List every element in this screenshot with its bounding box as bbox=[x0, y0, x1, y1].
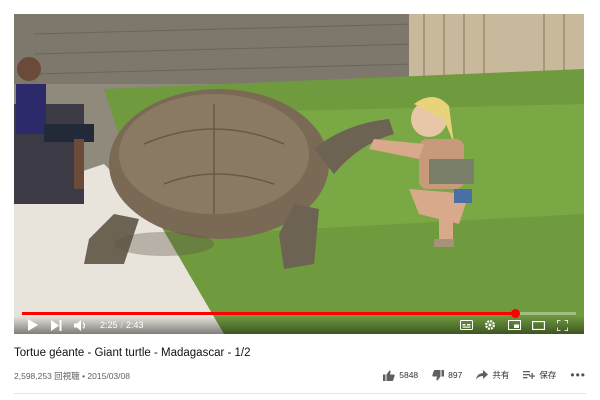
progress-fill bbox=[22, 312, 516, 315]
like-count: 5848 bbox=[399, 370, 419, 380]
dislike-button[interactable]: 897 bbox=[432, 369, 463, 381]
miniplayer-icon bbox=[507, 320, 521, 330]
miniplayer-button[interactable] bbox=[504, 317, 524, 333]
theater-button[interactable] bbox=[528, 317, 548, 333]
share-label: 共有 bbox=[492, 370, 510, 380]
theater-icon bbox=[531, 320, 545, 330]
like-button[interactable]: 5848 bbox=[383, 370, 418, 381]
thumbs-up-icon bbox=[383, 370, 395, 381]
current-time: 2:25 bbox=[100, 320, 118, 330]
next-button[interactable] bbox=[46, 317, 66, 333]
dislike-count: 897 bbox=[448, 370, 463, 380]
upload-date: 2015/03/08 bbox=[87, 371, 130, 381]
volume-button[interactable] bbox=[70, 317, 90, 333]
save-label: 保存 bbox=[539, 370, 557, 380]
fullscreen-button[interactable] bbox=[552, 317, 572, 333]
video-frame bbox=[14, 14, 584, 334]
video-meta: 2,598,253 回視聴 • 2015/03/08 bbox=[14, 370, 130, 382]
thumbs-down-icon bbox=[432, 369, 445, 380]
subtitles-button[interactable] bbox=[456, 317, 476, 333]
fullscreen-icon bbox=[556, 319, 568, 331]
meta-separator: • bbox=[82, 371, 86, 381]
share-icon bbox=[476, 370, 489, 380]
next-icon bbox=[50, 319, 61, 331]
player-controls: 2:25/2:43 bbox=[14, 316, 584, 334]
play-icon bbox=[27, 319, 38, 331]
video-player[interactable]: 2:25/2:43 bbox=[14, 14, 584, 334]
subtitles-icon bbox=[459, 320, 473, 330]
share-button[interactable]: 共有 bbox=[476, 369, 509, 381]
time-separator: / bbox=[120, 320, 124, 330]
duration: 2:43 bbox=[126, 320, 144, 330]
divider bbox=[14, 393, 586, 394]
time-display: 2:25/2:43 bbox=[100, 320, 144, 330]
volume-icon bbox=[73, 319, 85, 331]
progress-bar[interactable] bbox=[22, 309, 576, 318]
more-actions-button[interactable]: ••• bbox=[570, 368, 586, 382]
play-button[interactable] bbox=[22, 317, 42, 333]
playlist-add-icon bbox=[523, 371, 536, 379]
view-count: 2,598,253 回視聴 bbox=[14, 371, 80, 381]
settings-button[interactable] bbox=[480, 317, 500, 333]
gear-icon bbox=[485, 320, 495, 330]
video-actions: 5848 897 共有 保存 ••• bbox=[369, 365, 586, 385]
save-button[interactable]: 保存 bbox=[523, 369, 556, 381]
video-title: Tortue géante - Giant turtle - Madagasca… bbox=[14, 347, 251, 359]
